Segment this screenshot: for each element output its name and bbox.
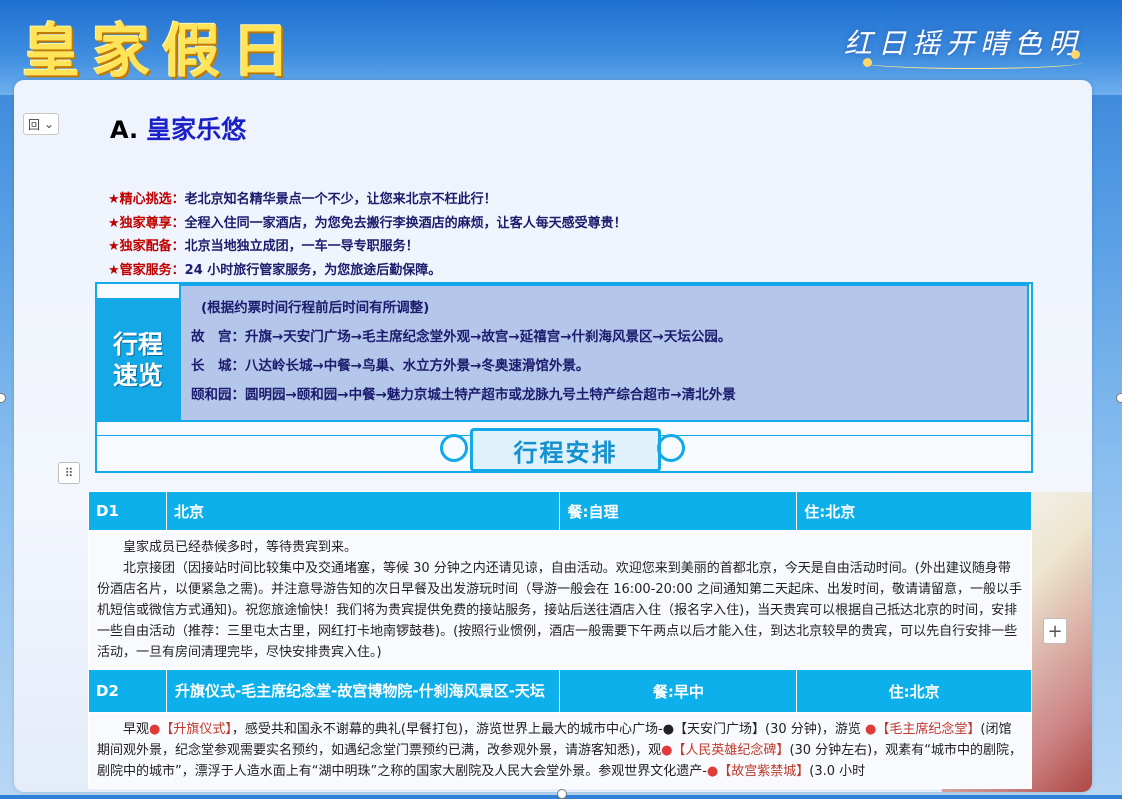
feature-item: ★精心挑选：老北京知名精华景点一个不少，让您来北京不枉此行！	[108, 188, 627, 212]
decor-dot	[1071, 50, 1080, 59]
decor-dot	[863, 58, 872, 67]
table-toggle-button[interactable]: 回 ⌄	[23, 113, 59, 135]
meal-cell: 餐:早中	[559, 669, 798, 713]
overview-content: (根据约票时间行程前后时间有所调整) 故 宫：升旗→天安门广场→毛主席纪念堂外观…	[179, 284, 1029, 422]
resize-handle-bottom[interactable]	[557, 789, 567, 799]
day-cell: D2	[88, 669, 167, 713]
stay-cell: 住:北京	[796, 669, 1032, 713]
highlight-spot: 【毛主席纪念堂】	[876, 722, 981, 737]
chevron-down-icon: ⌄	[43, 117, 55, 131]
bullet-icon: ●	[149, 722, 161, 737]
overview-line: 颐和园：圆明园→颐和园→中餐→魅力京城土特产超市或龙脉九号土特产综合超市→清北外…	[191, 387, 736, 403]
table-row: 皇家成员已经恭候多时，等待贵宾到来。 北京接团（因接站时间比较集中及交通堵塞，等…	[88, 530, 1032, 670]
scroll-ornament-icon	[440, 434, 468, 462]
description-text: (3.0 小时	[809, 764, 866, 779]
feature-item: ★独家尊享：全程入住同一家酒店，为您免去搬行李换酒店的麻烦，让客人每天感受尊贵！	[108, 212, 627, 236]
feature-text: 老北京知名精华景点一个不少，让您来北京不枉此行！	[184, 192, 497, 207]
feature-key: ★精心挑选：	[108, 192, 185, 207]
description-paragraph: 皇家成员已经恭候多时，等待贵宾到来。	[123, 540, 358, 555]
brand-logo: 皇家假日	[22, 17, 303, 85]
add-row-button[interactable]: +	[1043, 618, 1067, 644]
bullet-icon: ●	[865, 722, 877, 737]
feature-list: ★精心挑选：老北京知名精华景点一个不少，让您来北京不枉此行！ ★独家尊享：全程入…	[108, 188, 627, 282]
feature-key: ★独家配备：	[108, 239, 185, 254]
overview-label-line2: 速览	[112, 361, 163, 390]
title-name: 皇家乐悠	[146, 115, 247, 144]
overview-label-line1: 行程	[112, 330, 163, 359]
feature-item: ★管家服务：24 小时旅行管家服务，为您旅途后勤保障。	[108, 259, 627, 283]
resize-handle-left[interactable]	[0, 393, 6, 403]
table-icon: 回	[27, 117, 40, 132]
meal-cell: 餐:自理	[559, 491, 798, 531]
overview-line: 长 城：八达岭长城→中餐→鸟巢、水立方外景→冬奥速滑馆外景。	[191, 358, 590, 374]
feature-text: 全程入住同一家酒店，为您免去搬行李换酒店的麻烦，让客人每天感受尊贵！	[184, 215, 627, 231]
section-badge: 行程安排	[440, 428, 685, 472]
description-text: ，感受共和国永不谢幕的典礼(早餐打包)，游览世界上最大的城市中心广场-●【天安门…	[231, 722, 866, 737]
itinerary-overview: 行程 速览 (根据约票时间行程前后时间有所调整) 故 宫：升旗→天安门广场→毛主席…	[95, 282, 1033, 473]
slogan-decoration	[862, 56, 1082, 69]
day-description: 早观●【升旗仪式】，感受共和国永不谢幕的典礼(早餐打包)，游览世界上最大的城市中…	[88, 712, 1032, 789]
page-title: A. 皇家乐悠	[110, 110, 246, 146]
feature-key: ★管家服务：	[108, 262, 185, 278]
table-row: D1 北京 餐:自理 住:北京	[88, 491, 1032, 531]
day-description: 皇家成员已经恭候多时，等待贵宾到来。 北京接团（因接站时间比较集中及交通堵塞，等…	[88, 530, 1032, 670]
title-letter: A.	[110, 116, 139, 144]
section-header: 行程安排	[97, 424, 1031, 472]
table-drag-handle[interactable]: ⠿	[58, 462, 80, 484]
resize-handle-right[interactable]	[1116, 393, 1122, 403]
bullet-icon: ●	[706, 764, 719, 779]
highlight-spot: 【人民英雄纪念碑】	[672, 743, 790, 758]
feature-text: 北京当地独立成团，一车一导专职服务！	[184, 239, 419, 254]
scroll-ornament-icon	[657, 434, 685, 462]
overview-line: 故 宫：升旗→天安门广场→毛主席纪念堂外观→故宫→延禧宫→什刹海风景区→天坛公园…	[191, 329, 732, 345]
section-title: 行程安排	[470, 428, 661, 472]
feature-key: ★独家尊享：	[108, 215, 185, 231]
feature-item: ★独家配备：北京当地独立成团，一车一导专职服务！	[108, 235, 627, 259]
route-cell: 北京	[165, 491, 561, 531]
highlight-spot: 【故宫紫禁城】	[718, 764, 810, 779]
overview-note: (根据约票时间行程前后时间有所调整)	[201, 300, 430, 316]
highlight-spot: 【升旗仪式】	[160, 722, 232, 737]
day-cell: D1	[88, 491, 167, 531]
schedule-table: D1 北京 餐:自理 住:北京 皇家成员已经恭候多时，等待贵宾到来。 北京接团（…	[88, 491, 1032, 789]
feature-text: 24 小时旅行管家服务，为您旅途后勤保障。	[184, 262, 442, 278]
description-text: 早观	[123, 722, 150, 737]
stay-cell: 住:北京	[796, 491, 1032, 531]
overview-label: 行程 速览	[97, 298, 179, 422]
route-cell: 升旗仪式-毛主席纪念堂-故宫博物院-什刹海风景区-天坛	[165, 669, 561, 713]
table-row: D2 升旗仪式-毛主席纪念堂-故宫博物院-什刹海风景区-天坛 餐:早中 住:北京	[88, 669, 1032, 713]
table-row: 早观●【升旗仪式】，感受共和国永不谢幕的典礼(早餐打包)，游览世界上最大的城市中…	[88, 712, 1032, 789]
bullet-icon: ●	[661, 743, 673, 758]
description-paragraph: 北京接团（因接站时间比较集中及交通堵塞，等候 30 分钟之内还请见谅，自由活动。…	[97, 561, 1022, 660]
